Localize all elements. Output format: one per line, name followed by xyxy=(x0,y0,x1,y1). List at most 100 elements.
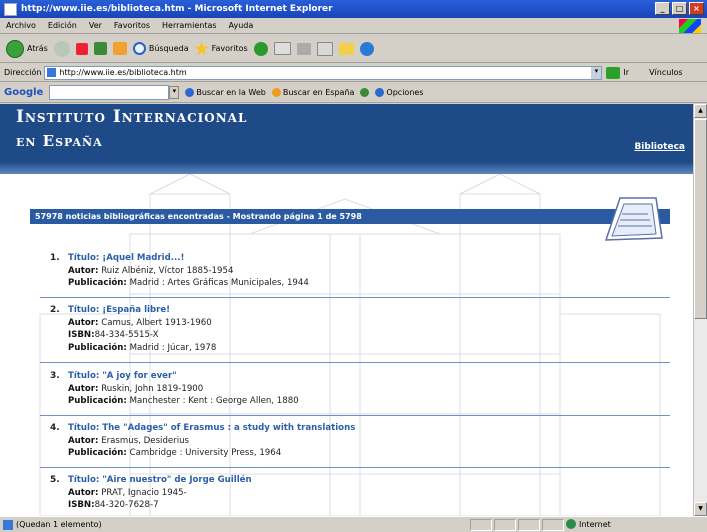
search-web-button[interactable]: Buscar en la Web xyxy=(185,88,266,97)
printer-icon[interactable] xyxy=(296,42,311,55)
menu-ver[interactable]: Ver xyxy=(83,21,108,30)
favorites-label: Favoritos xyxy=(211,44,248,53)
record-item: 1. Título: ¡Aquel Madrid...! Autor: Ruiz… xyxy=(50,252,670,290)
maximize-button[interactable]: □ xyxy=(672,2,687,15)
google-logo[interactable]: Google xyxy=(4,87,43,98)
field-value: Camus, Albert 1913-1960 xyxy=(101,317,212,328)
home-icon[interactable] xyxy=(112,42,127,55)
record-separator xyxy=(40,297,670,298)
back-arrow-icon xyxy=(6,39,24,58)
page-icon xyxy=(47,68,57,77)
status-text: (Quedan 1 elemento) xyxy=(16,520,102,529)
record-number: 4. xyxy=(50,423,60,433)
record-title-link[interactable]: Título: "Aire nuestro" de Jorge Guillén xyxy=(68,475,252,485)
search-label: Búsqueda xyxy=(148,44,189,53)
biblioteca-link[interactable]: Biblioteca xyxy=(634,142,685,152)
status-cell xyxy=(470,519,492,531)
address-label: Dirección xyxy=(4,68,42,77)
field-value: PRAT, Ignacio 1945- xyxy=(101,487,187,498)
record-item: 2. Título: ¡España libre! Autor: Camus, … xyxy=(50,304,670,354)
history-icon[interactable] xyxy=(253,41,268,56)
field-label: Autor: xyxy=(68,435,99,446)
book-catalog-icon xyxy=(604,197,663,241)
site-header: Instituto Internacional en España Biblio… xyxy=(0,104,693,174)
scroll-up-button[interactable]: ▲ xyxy=(694,104,707,118)
menu-favoritos[interactable]: Favoritos xyxy=(108,21,156,30)
menu-bar: Archivo Edición Ver Favoritos Herramient… xyxy=(0,18,707,34)
search-spain-button[interactable]: Buscar en España xyxy=(271,88,354,97)
search-icon xyxy=(132,42,146,55)
record-title-link[interactable]: Título: "A joy for ever" xyxy=(68,371,177,381)
go-arrow-icon[interactable] xyxy=(606,66,621,79)
record-title-link[interactable]: Título: The "Adages" of Erasmus : a stud… xyxy=(68,423,355,433)
spain-search-icon xyxy=(271,88,281,97)
record-item: 5. Título: "Aire nuestro" de Jorge Guill… xyxy=(50,474,670,512)
security-zone: Internet xyxy=(566,519,611,529)
field-value: Madrid : Artes Gráficas Municipales, 194… xyxy=(129,278,309,288)
google-toolbar: Google ▾ Buscar en la Web Buscar en Espa… xyxy=(0,83,707,103)
close-button[interactable]: × xyxy=(689,2,704,15)
back-label: Atrás xyxy=(27,44,48,53)
address-input[interactable]: http://www.iie.es/biblioteca.htm ▾ xyxy=(44,65,603,80)
field-value: Ruskin, John 1819-1900 xyxy=(101,383,204,394)
window-title-bar: http://www.iie.es/biblioteca.htm - Micro… xyxy=(0,0,707,18)
field-value: Erasmus, Desiderius xyxy=(101,435,190,446)
vertical-scrollbar[interactable]: ▲ ▼ xyxy=(693,104,707,516)
window-title: http://www.iie.es/biblioteca.htm - Micro… xyxy=(21,4,333,14)
record-number: 5. xyxy=(50,475,60,485)
ie-icon xyxy=(4,2,17,16)
messenger-icon[interactable] xyxy=(359,41,374,56)
header-band xyxy=(0,162,693,174)
stop-icon[interactable] xyxy=(75,42,88,55)
links-label[interactable]: Vínculos xyxy=(649,68,683,77)
options-label: Opciones xyxy=(386,88,424,97)
menu-edicion[interactable]: Edición xyxy=(42,21,83,30)
standard-toolbar: Atrás Búsqueda Favoritos xyxy=(0,35,707,63)
field-label: Autor: xyxy=(68,317,99,328)
record-separator xyxy=(40,362,670,363)
record-title-link[interactable]: Título: ¡España libre! xyxy=(68,305,170,315)
news-icon xyxy=(360,88,370,97)
field-label: Autor: xyxy=(68,383,99,394)
forward-arrow-icon xyxy=(53,40,70,57)
forward-button[interactable] xyxy=(53,40,70,57)
folder-icon[interactable] xyxy=(338,42,354,55)
menu-archivo[interactable]: Archivo xyxy=(0,21,42,30)
record-separator xyxy=(40,415,670,416)
favorites-button[interactable]: Favoritos xyxy=(194,41,248,56)
options-button[interactable]: Opciones xyxy=(375,88,423,97)
field-value: Cambridge : University Press, 1964 xyxy=(129,448,282,458)
back-button[interactable]: Atrás xyxy=(6,39,48,58)
menu-ayuda[interactable]: Ayuda xyxy=(223,21,260,30)
record-number: 2. xyxy=(50,305,60,315)
site-title-line1: Instituto Internacional xyxy=(16,107,248,127)
field-value: Manchester : Kent : George Allen, 1880 xyxy=(129,396,299,406)
status-cell xyxy=(494,519,516,531)
window-controls: _ □ × xyxy=(655,2,704,15)
record-title-link[interactable]: Título: ¡Aquel Madrid...! xyxy=(68,253,184,263)
address-bar: Dirección http://www.iie.es/biblioteca.h… xyxy=(0,64,707,82)
go-label[interactable]: Ir xyxy=(623,68,629,77)
google-search-dropdown[interactable]: ▾ xyxy=(169,86,180,99)
field-value: Madrid : Júcar, 1978 xyxy=(129,342,217,353)
windows-logo-icon xyxy=(679,19,701,33)
field-label: Publicación: xyxy=(68,342,127,353)
status-cell xyxy=(542,519,564,531)
record-number: 3. xyxy=(50,371,60,381)
menu-herramientas[interactable]: Herramientas xyxy=(156,21,223,30)
minimize-button[interactable]: _ xyxy=(655,2,670,15)
google-search-input[interactable] xyxy=(49,85,170,100)
field-value: 84-320-7628-7 xyxy=(94,500,159,510)
status-bar: (Quedan 1 elemento) Internet xyxy=(0,516,707,532)
news-button[interactable] xyxy=(360,88,370,97)
mail-icon[interactable] xyxy=(273,42,291,55)
refresh-icon[interactable] xyxy=(93,42,107,55)
page-status-icon xyxy=(3,519,13,530)
address-dropdown[interactable]: ▾ xyxy=(591,66,602,79)
scroll-thumb[interactable] xyxy=(694,119,707,319)
search-button[interactable]: Búsqueda xyxy=(132,42,189,55)
scroll-down-button[interactable]: ▼ xyxy=(694,502,707,516)
edit-icon[interactable] xyxy=(316,41,333,56)
record-item: 4. Título: The "Adages" of Erasmus : a s… xyxy=(50,422,670,460)
search-web-label: Buscar en la Web xyxy=(196,88,266,97)
